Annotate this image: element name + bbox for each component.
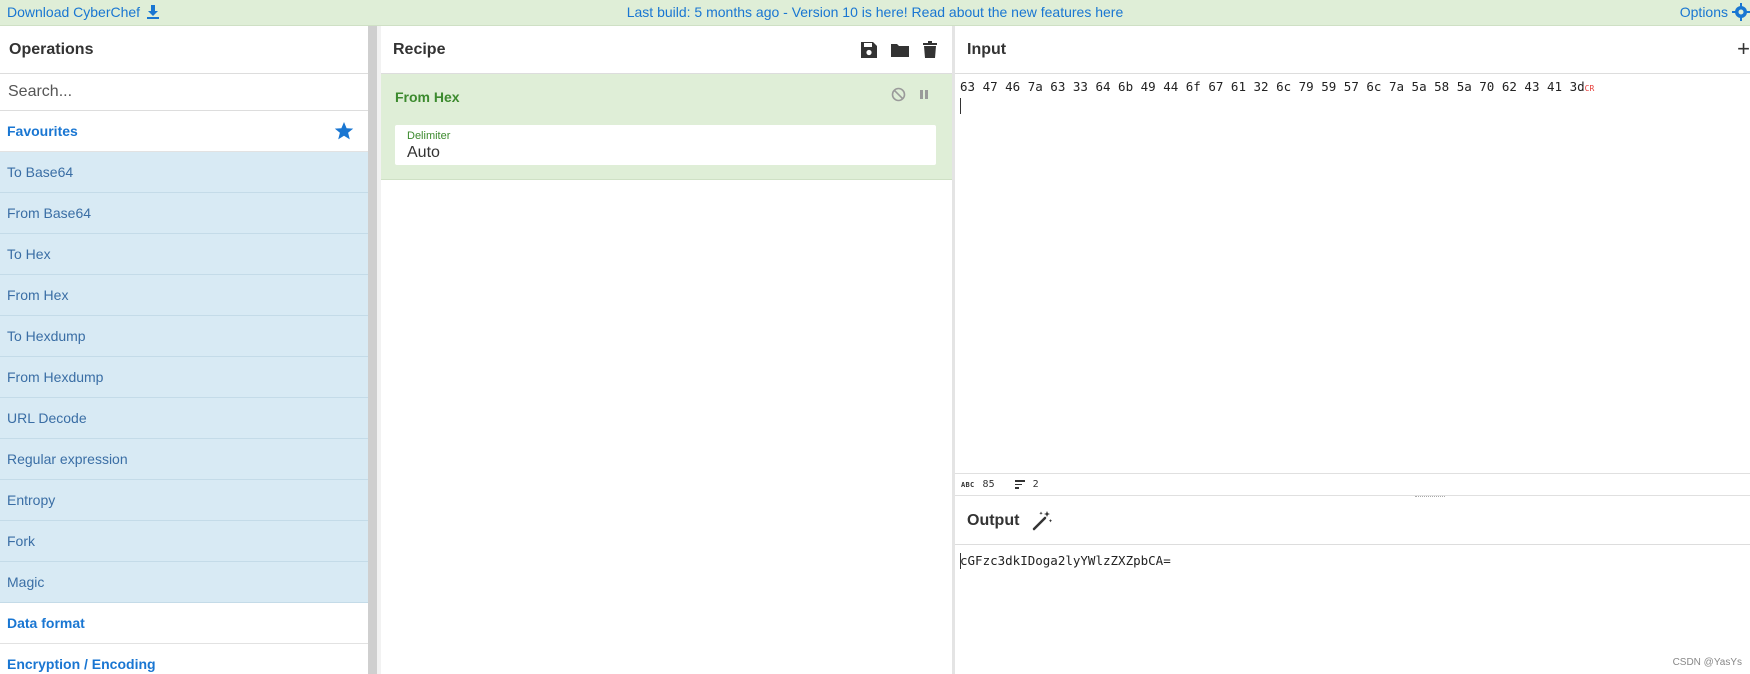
operation-item[interactable]: From Base64 — [0, 193, 368, 234]
operation-item[interactable]: To Base64 — [0, 152, 368, 193]
delimiter-value: Auto — [407, 144, 440, 161]
input-status-bar: ABC 85 2 — [955, 473, 1750, 496]
operation-label: Fork — [7, 533, 35, 549]
io-panel: Input + 63 47 46 7a 63 33 64 6b 49 44 6f… — [955, 26, 1750, 674]
operation-label: To Hex — [7, 246, 51, 262]
operations-title: Operations — [9, 40, 94, 58]
operation-item[interactable]: To Hexdump — [0, 316, 368, 357]
recipe-panel: Recipe From Hex Delimiter Auto — [381, 26, 952, 674]
operation-label: To Hexdump — [7, 328, 86, 344]
star-icon[interactable] — [334, 121, 354, 141]
top-banner: Download CyberChef Last build: 5 months … — [0, 0, 1750, 26]
operation-item[interactable]: Regular expression — [0, 439, 368, 480]
category-data-format[interactable]: Data format — [0, 603, 368, 644]
line-count: 2 — [1032, 479, 1039, 490]
pause-icon[interactable] — [918, 88, 930, 101]
category-label: Data format — [7, 615, 85, 631]
output-header: Output — [955, 498, 1750, 545]
line-count-icon — [1014, 480, 1025, 489]
operation-label: From Hexdump — [7, 369, 104, 385]
save-icon[interactable] — [860, 41, 878, 59]
category-favourites[interactable]: Favourites — [0, 111, 368, 152]
watermark: CSDN @YasYs — [1672, 657, 1742, 668]
recipe-title: Recipe — [393, 40, 446, 58]
delimiter-field[interactable]: Delimiter Auto — [395, 125, 936, 165]
recipe-header: Recipe — [381, 26, 952, 74]
operation-item[interactable]: Fork — [0, 521, 368, 562]
char-count: 85 — [982, 479, 995, 490]
recipe-operation-controls — [891, 87, 930, 102]
operation-item[interactable]: Entropy — [0, 480, 368, 521]
operations-resize-gutter[interactable] — [368, 26, 377, 674]
options-link[interactable]: Options — [1680, 3, 1750, 21]
search-input[interactable] — [6, 82, 350, 102]
operation-label: To Base64 — [7, 164, 74, 180]
output-text[interactable]: cGFzc3dkIDoga2lyYWlzZXZpbCA= — [960, 553, 1171, 568]
operation-label: URL Decode — [7, 410, 87, 426]
operations-header: Operations — [0, 26, 368, 74]
text-cursor — [960, 98, 961, 114]
operation-label: From Base64 — [7, 205, 92, 221]
category-favourites-label: Favourites — [7, 123, 78, 139]
input-text: 63 47 46 7a 63 33 64 6b 49 44 6f 67 61 3… — [960, 79, 1585, 94]
operations-panel: Operations Favourites To Base64 From Bas… — [0, 26, 368, 674]
options-label: Options — [1679, 4, 1728, 20]
magic-wand-icon[interactable] — [1031, 510, 1053, 532]
carriage-return-marker: CR — [1584, 84, 1595, 93]
operation-label: From Hex — [7, 287, 69, 303]
output-title: Output — [967, 512, 1020, 529]
delimiter-label: Delimiter — [407, 130, 451, 142]
add-tab-icon[interactable]: + — [1737, 36, 1750, 62]
input-header: Input + — [955, 26, 1750, 74]
build-message[interactable]: Last build: 5 months ago - Version 10 is… — [0, 4, 1750, 20]
char-count-icon: ABC — [961, 480, 975, 489]
output-cursor — [960, 553, 961, 569]
trash-icon[interactable] — [922, 40, 938, 59]
operation-label: Regular expression — [7, 451, 128, 467]
operation-label: Magic — [7, 574, 45, 590]
category-label: Encryption / Encoding — [7, 656, 156, 672]
category-encryption-encoding[interactable]: Encryption / Encoding — [0, 644, 368, 674]
operation-item[interactable]: From Hexdump — [0, 357, 368, 398]
input-textarea[interactable]: 63 47 46 7a 63 33 64 6b 49 44 6f 67 61 3… — [960, 79, 1740, 119]
operation-item[interactable]: To Hex — [0, 234, 368, 275]
folder-icon[interactable] — [890, 41, 910, 59]
recipe-toolbar — [860, 40, 938, 59]
input-title: Input — [967, 40, 1007, 58]
recipe-operation-name: From Hex — [395, 89, 460, 105]
search-box — [0, 74, 368, 111]
operation-item[interactable]: From Hex — [0, 275, 368, 316]
disable-icon[interactable] — [891, 87, 906, 102]
operation-item[interactable]: Magic — [0, 562, 368, 603]
gear-icon — [1732, 3, 1750, 21]
operation-item[interactable]: URL Decode — [0, 398, 368, 439]
recipe-operation-from-hex[interactable]: From Hex Delimiter Auto — [381, 74, 952, 180]
operation-label: Entropy — [7, 492, 56, 508]
